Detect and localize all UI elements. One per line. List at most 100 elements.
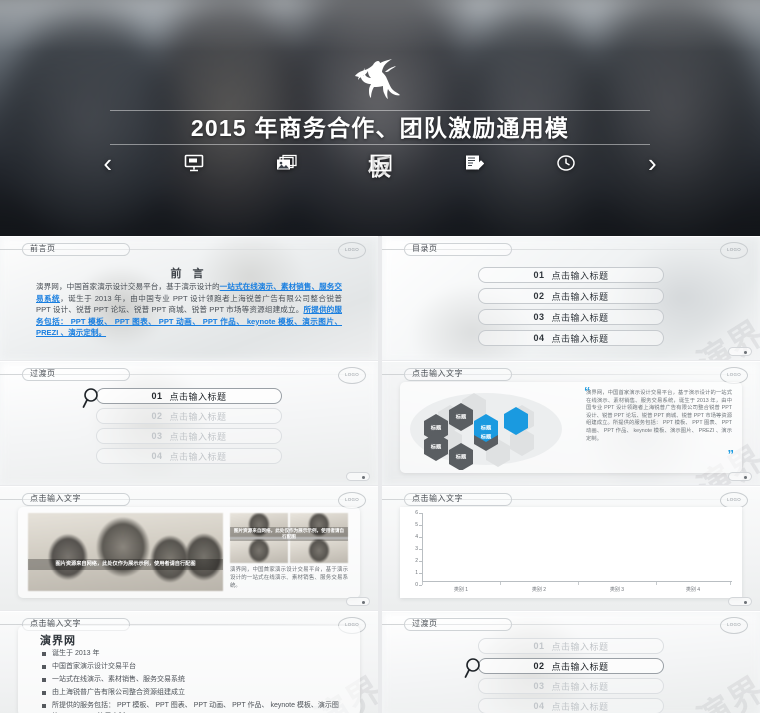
slide-thumbnail-preface[interactable]: 前言页 LOGO 前 言 演界网，中国首家演示设计交易平台，基于演示设计的一站式… — [0, 236, 378, 360]
chart-plot-area: 6 5 4 3 2 1 0 类别 1 类别 2 类别 3 类别 4 — [400, 507, 742, 598]
transition-item[interactable]: 03 点击输入标题 — [96, 428, 282, 444]
toc-item-number: 04 — [533, 333, 545, 343]
slide-frame-icon[interactable] — [370, 154, 392, 172]
preface-text-plain-1: 演界网，中国首家演示设计交易平台，基于演示设计的 — [36, 282, 220, 291]
transition-item[interactable]: 04 点击输入标题 — [96, 448, 282, 464]
photo-grid-cell — [230, 539, 288, 563]
slide-thumbnail-grid: 前言页 LOGO 前 言 演界网，中国首家演示设计交易平台，基于演示设计的一站式… — [0, 236, 760, 713]
svg-text:标题: 标题 — [480, 423, 492, 431]
toc-item[interactable]: 02 点击输入标题 — [478, 288, 664, 304]
slide-header-label: 目录页 — [412, 244, 438, 253]
toc-list: 01 点击输入标题 02 点击输入标题 03 点击输入标题 04 点击输入标题 — [382, 267, 760, 346]
toc-item-label: 点击输入标题 — [551, 291, 609, 302]
toc-item-label: 点击输入标题 — [551, 333, 609, 344]
list-item: 一站式在线演示、素材销售、服务交易系统 — [42, 674, 348, 685]
chart-y-tick: 5 — [402, 522, 422, 528]
transition-item[interactable]: 04 点击输入标题 — [478, 698, 664, 713]
logo-badge: LOGO — [338, 242, 366, 259]
slide-thumbnail-toc[interactable]: 目录页 LOGO 演界 01 点击输入标题 02 点击输入标题 03 点击输入标… — [382, 236, 760, 360]
slide-thumbnail-bullets[interactable]: 点击输入文字 LOGO 演界 演界网 诞生于 2013 年 中国首家演示设计交易… — [0, 611, 378, 713]
transition-item-label: 点击输入标题 — [169, 431, 227, 442]
chart-card: 6 5 4 3 2 1 0 类别 1 类别 2 类别 3 类别 4 — [400, 507, 742, 598]
main-photo-caption: 图片资源来自网络，此处仅作为展示示例，使用者请自行配图 — [28, 559, 223, 570]
chart-x-axis — [422, 581, 732, 582]
svg-text:标题: 标题 — [455, 452, 467, 460]
transition-item-number: 02 — [151, 411, 163, 421]
preface-title: 前 言 — [170, 268, 208, 280]
list-item-label: 一站式在线演示、素材销售、服务交易系统 — [52, 676, 185, 683]
logo-badge: LOGO — [720, 242, 748, 259]
hexagon-diagram: 标题 标题 标题 标题 标题 标题 — [408, 388, 578, 471]
transition-item-number: 01 — [533, 641, 545, 651]
bullet-marker-icon — [42, 664, 46, 669]
transition-item[interactable]: 01 点击输入标题 — [478, 638, 664, 654]
toc-item-number: 01 — [533, 270, 545, 280]
preface-text-plain-2: ，诞生于 2013 年，由中国专业 PPT 设计领跑者上海锐普广告有限公司整合锐… — [36, 293, 343, 315]
quote-text: 演界网，中国首家演示设计交易平台，基于演示设计的一站式在线演示、素材销售、服务交… — [586, 390, 732, 442]
transition-item-number: 02 — [533, 661, 545, 671]
page-nav-control[interactable] — [346, 597, 370, 606]
magnifier-icon — [461, 655, 487, 681]
slide-header-label: 过渡页 — [412, 619, 438, 628]
bullet-marker-icon — [42, 677, 46, 682]
transition-item-number: 03 — [533, 681, 545, 691]
toc-item-label: 点击输入标题 — [551, 270, 609, 281]
list-item-label: 中国首家演示设计交易平台 — [52, 663, 136, 670]
slide-thumbnail-chart[interactable]: 点击输入文字 LOGO 6 5 4 3 2 1 0 类别 1 类别 2 类别 3… — [382, 486, 760, 610]
transition-item-active[interactable]: 02 点击输入标题 — [464, 658, 664, 678]
chart-y-tick: 0 — [402, 582, 422, 588]
list-item: 中国首家演示设计交易平台 — [42, 661, 348, 672]
transition-item[interactable]: 03 点击输入标题 — [478, 678, 664, 694]
hero-icon-toolbar: ‹ › — [0, 150, 760, 176]
chart-x-tick: 类别 1 — [453, 587, 469, 593]
chart-y-axis — [422, 513, 423, 582]
transition-item[interactable]: 02 点击输入标题 — [96, 408, 282, 424]
slide-header-label: 点击输入文字 — [412, 494, 463, 503]
toc-item-number: 03 — [533, 312, 545, 322]
transition-list: 01 点击输入标题 02 点击输入标题 03 点击输入标题 04 点击输入标题 — [382, 638, 760, 713]
toc-item[interactable]: 03 点击输入标题 — [478, 309, 664, 325]
chart-y-tick: 3 — [402, 546, 422, 552]
page-nav-control[interactable] — [728, 347, 752, 356]
bullets-list: 诞生于 2013 年 中国首家演示设计交易平台 一站式在线演示、素材销售、服务交… — [42, 648, 348, 713]
toc-item[interactable]: 01 点击输入标题 — [478, 267, 664, 283]
logo-badge: LOGO — [338, 367, 366, 384]
chart-y-tick: 2 — [402, 558, 422, 564]
hero-banner: 2015 年商务合作、团队激励通用模 板 ‹ › — [0, 0, 760, 236]
slide-header-label: 点击输入文字 — [30, 619, 81, 628]
next-chevron-icon[interactable]: › — [648, 150, 657, 176]
chart-x-tick: 类别 3 — [609, 587, 625, 593]
content-card: 标题 标题 标题 标题 标题 标题 “ 演界网，中国首家演示设计交易平台，基于演… — [400, 382, 742, 473]
toc-item[interactable]: 04 点击输入标题 — [478, 330, 664, 346]
svg-text:标题: 标题 — [455, 412, 467, 420]
slide-thumbnail-transition-02[interactable]: 过渡页 LOGO 演界 01 点击输入标题 02 点击输入标题 03 点击输入标… — [382, 611, 760, 713]
page-nav-control[interactable] — [728, 597, 752, 606]
list-item: 由上海锐普广告有限公司整合资源组建成立 — [42, 687, 348, 698]
chart-x-tick: 类别 2 — [531, 587, 547, 593]
prev-chevron-icon[interactable]: ‹ — [103, 150, 112, 176]
slide-thumbnail-transition-01[interactable]: 过渡页 LOGO 01 点击输入标题 02 点击输入标题 03 点击输入标题 0… — [0, 361, 378, 485]
quote-close-icon: ” — [727, 447, 735, 462]
transition-item-label: 点击输入标题 — [169, 451, 227, 462]
list-item-label: 所提供的服务包括： PPT 模板、 PPT 图表、 PPT 动画、 PPT 作品… — [52, 702, 339, 709]
slide-header-label: 过渡页 — [30, 369, 56, 378]
list-item-label: 由上海锐普广告有限公司整合资源组建成立 — [52, 689, 185, 696]
photo-gallery-icon[interactable] — [276, 154, 298, 172]
slide-thumbnail-hexagon-quote[interactable]: 点击输入文字 LOGO 演界 — [382, 361, 760, 485]
presentation-screen-icon[interactable] — [184, 154, 204, 172]
hero-title-line1: 2015 年商务合作、团队激励通用模 — [190, 115, 570, 141]
transition-item-active[interactable]: 01 点击输入标题 — [82, 388, 282, 408]
transition-item-number: 01 — [151, 391, 163, 401]
slide-thumbnail-photos[interactable]: 点击输入文字 LOGO 图片资源来自网络，此处仅作为展示示例，使用者请自行配图 … — [0, 486, 378, 610]
list-item: 所提供的服务包括： PPT 模板、 PPT 图表、 PPT 动画、 PPT 作品… — [42, 700, 348, 713]
notepad-pen-icon[interactable] — [464, 154, 484, 172]
svg-text:标题: 标题 — [430, 423, 442, 431]
transition-item-label: 点击输入标题 — [551, 701, 609, 712]
page-nav-control[interactable] — [728, 472, 752, 481]
transition-item-label: 点击输入标题 — [169, 411, 227, 422]
slide-header-label: 点击输入文字 — [412, 369, 463, 378]
transition-list: 01 点击输入标题 02 点击输入标题 03 点击输入标题 04 点击输入标题 — [0, 388, 378, 464]
running-horse-logo — [347, 56, 413, 108]
clock-icon[interactable] — [556, 154, 576, 172]
page-nav-control[interactable] — [346, 472, 370, 481]
